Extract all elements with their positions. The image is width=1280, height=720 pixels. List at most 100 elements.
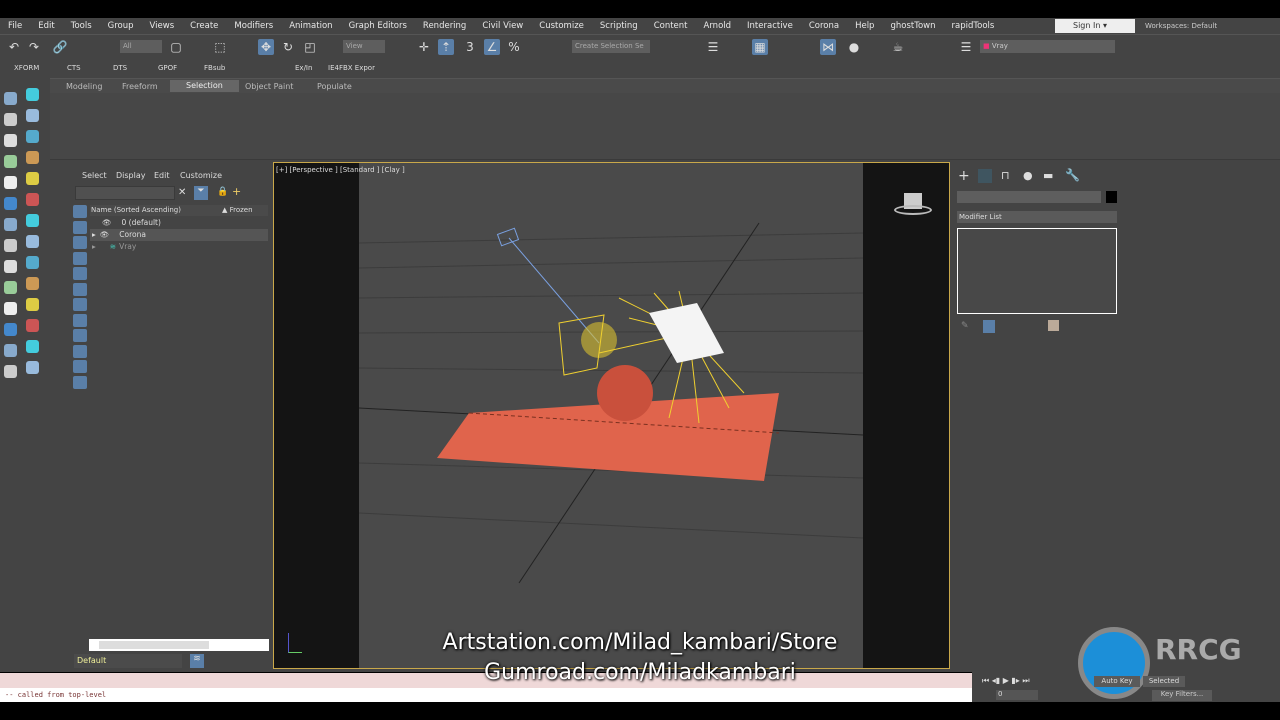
scene-explorer-icon[interactable]: ☰ bbox=[705, 39, 721, 55]
schematic-icon[interactable]: ⋈ bbox=[820, 39, 836, 55]
viewcube-icon[interactable] bbox=[894, 193, 932, 219]
modify-tab-icon[interactable] bbox=[978, 169, 992, 183]
sign-in-button[interactable]: Sign In ▾ bbox=[1055, 19, 1135, 33]
explorer-filter-icon[interactable] bbox=[73, 360, 87, 373]
explorer-menu-edit[interactable]: Edit bbox=[154, 171, 170, 180]
custom-button-3[interactable]: GPOF bbox=[158, 64, 177, 72]
command-icon[interactable] bbox=[26, 361, 39, 374]
menu-file[interactable]: File bbox=[0, 21, 30, 31]
command-icon[interactable] bbox=[4, 155, 17, 168]
explorer-filter-icon[interactable] bbox=[73, 251, 87, 265]
command-icon[interactable] bbox=[4, 365, 17, 378]
render-icon[interactable]: ☕ bbox=[890, 39, 906, 55]
command-icon[interactable] bbox=[4, 260, 17, 273]
rotate-icon[interactable]: ↻ bbox=[280, 39, 296, 55]
command-icon[interactable] bbox=[4, 176, 17, 189]
material-editor-icon[interactable]: ● bbox=[846, 39, 862, 55]
custom-button-4[interactable]: FBsub bbox=[204, 64, 225, 72]
layer-manager-icon[interactable]: ☰ bbox=[958, 39, 974, 55]
curve-editor-icon[interactable]: ▦ bbox=[752, 39, 768, 55]
command-icon[interactable] bbox=[4, 197, 17, 210]
command-icon[interactable] bbox=[4, 218, 17, 231]
clear-icon[interactable]: ✕ bbox=[178, 187, 186, 198]
menu-interactive[interactable]: Interactive bbox=[739, 21, 801, 31]
command-icon[interactable] bbox=[26, 340, 39, 353]
lock-icon[interactable]: 🔒 bbox=[217, 187, 228, 197]
layer-row[interactable]: ▸ 👁 Corona bbox=[90, 229, 268, 241]
layer-row[interactable]: ▸ ≋ Vray bbox=[90, 241, 268, 253]
explorer-filter-icon[interactable] bbox=[73, 282, 87, 296]
pin-stack-icon[interactable]: ✎ bbox=[961, 321, 969, 331]
menu-tools[interactable]: Tools bbox=[63, 21, 100, 31]
explorer-menu-display[interactable]: Display bbox=[116, 171, 146, 180]
command-icon[interactable] bbox=[26, 88, 39, 101]
command-icon[interactable] bbox=[26, 235, 39, 248]
command-icon[interactable] bbox=[4, 302, 17, 315]
viewport-scene[interactable] bbox=[358, 163, 864, 668]
show-end-result-icon[interactable] bbox=[983, 320, 995, 333]
explorer-filter-icon[interactable] bbox=[73, 205, 87, 218]
expand-icon[interactable]: ▸ bbox=[92, 242, 96, 251]
explorer-menu-customize[interactable]: Customize bbox=[180, 171, 222, 180]
menu-customize[interactable]: Customize bbox=[531, 21, 592, 31]
angle-snap-icon[interactable]: ∠ bbox=[484, 39, 500, 55]
menu-rendering[interactable]: Rendering bbox=[415, 21, 474, 31]
selected-dropdown[interactable]: Selected bbox=[1143, 676, 1185, 687]
command-icon[interactable] bbox=[26, 319, 39, 332]
custom-button-6[interactable]: IE4FBX Expor bbox=[328, 64, 375, 72]
snap-icon[interactable]: 3 bbox=[462, 39, 478, 55]
command-icon[interactable] bbox=[4, 344, 17, 357]
explorer-filter-icon[interactable] bbox=[73, 313, 87, 327]
explorer-filter-icon[interactable] bbox=[73, 344, 87, 358]
explorer-filter-icon[interactable] bbox=[73, 298, 87, 311]
custom-button-0[interactable]: XFORM bbox=[14, 64, 39, 72]
explorer-filter-icon[interactable] bbox=[73, 236, 87, 249]
menu-ghosttown[interactable]: ghostTown bbox=[882, 21, 943, 31]
expand-icon[interactable]: ▸ bbox=[92, 230, 96, 239]
menu-scripting[interactable]: Scripting bbox=[592, 21, 646, 31]
perspective-viewport[interactable]: [+] [Perspective ] [Standard ] [Clay ] bbox=[273, 162, 950, 669]
utilities-tab-icon[interactable]: 🔧 bbox=[1065, 168, 1080, 182]
viewport-label[interactable]: [+] [Perspective ] [Standard ] [Clay ] bbox=[276, 166, 405, 174]
pivot-icon[interactable]: ✛ bbox=[416, 39, 432, 55]
named-selection-dropdown[interactable]: Create Selection Se bbox=[572, 40, 650, 53]
link-icon[interactable]: 🔗 bbox=[52, 39, 68, 55]
menu-animation[interactable]: Animation bbox=[281, 21, 340, 31]
workspace-selector[interactable]: Workspaces: Default bbox=[1145, 19, 1275, 33]
eye-icon[interactable]: 👁 bbox=[102, 218, 112, 227]
command-icon[interactable] bbox=[4, 281, 17, 294]
menu-content[interactable]: Content bbox=[646, 21, 696, 31]
display-tab-icon[interactable]: ▬ bbox=[1043, 169, 1053, 182]
menu-civil-view[interactable]: Civil View bbox=[474, 21, 531, 31]
ribbon-tab-freeform[interactable]: Freeform bbox=[122, 82, 158, 91]
move-icon[interactable]: ✥ bbox=[258, 39, 274, 55]
redo-icon[interactable]: ↷ bbox=[26, 39, 42, 55]
custom-button-1[interactable]: CTS bbox=[67, 64, 81, 72]
menu-group[interactable]: Group bbox=[100, 21, 142, 31]
command-icon[interactable] bbox=[26, 256, 39, 269]
menu-rapidtools[interactable]: rapidTools bbox=[944, 21, 1003, 31]
listener-output[interactable]: -- called from top-level bbox=[0, 688, 972, 702]
create-tab-icon[interactable]: + bbox=[958, 168, 970, 184]
ribbon-tab-modeling[interactable]: Modeling bbox=[66, 82, 102, 91]
explorer-filter-icon[interactable] bbox=[73, 375, 87, 389]
menu-arnold[interactable]: Arnold bbox=[696, 21, 740, 31]
modifier-stack[interactable] bbox=[957, 228, 1117, 314]
select-object-icon[interactable]: ▢ bbox=[168, 39, 184, 55]
menu-help[interactable]: Help bbox=[847, 21, 882, 31]
command-icon[interactable] bbox=[4, 134, 17, 147]
ribbon-tab-populate[interactable]: Populate bbox=[317, 82, 352, 91]
frame-spinner[interactable]: 0 bbox=[996, 690, 1038, 700]
command-icon[interactable] bbox=[26, 298, 39, 311]
name-column-header[interactable]: Name (Sorted Ascending) bbox=[91, 206, 181, 214]
scale-icon[interactable]: ◰ bbox=[302, 39, 318, 55]
modifier-list-dropdown[interactable]: Modifier List bbox=[957, 211, 1117, 223]
command-icon[interactable] bbox=[4, 113, 17, 126]
object-name-input[interactable] bbox=[957, 191, 1101, 203]
command-icon[interactable] bbox=[26, 214, 39, 227]
percent-snap-icon[interactable]: % bbox=[506, 39, 522, 55]
object-color-swatch[interactable] bbox=[1106, 191, 1117, 203]
explorer-filter-icon[interactable] bbox=[73, 267, 87, 280]
custom-button-5[interactable]: Ex/In bbox=[295, 64, 312, 72]
command-icon[interactable] bbox=[4, 323, 17, 336]
